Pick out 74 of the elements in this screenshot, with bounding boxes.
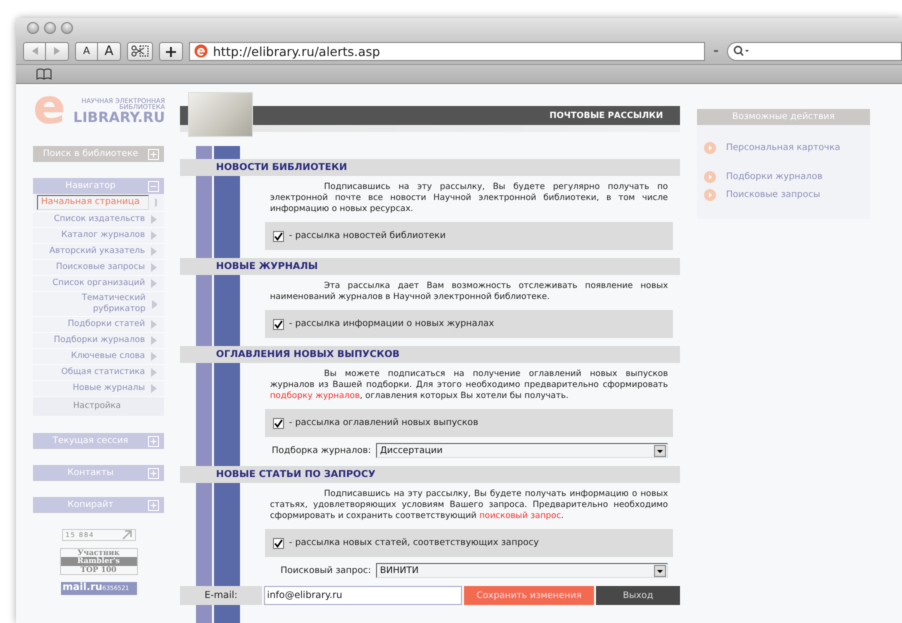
section-header: ОГЛАВЛЕНИЯ НОВЫХ ВЫПУСКОВ [180,346,680,363]
side-stripe [214,146,240,159]
save-button[interactable]: Сохранить изменения [464,586,594,605]
check-icon [274,232,283,240]
minimize-window-icon[interactable] [44,22,56,34]
expand-icon[interactable] [148,148,159,160]
check-icon [274,320,283,328]
action-link[interactable]: Персональная карточка [726,143,840,153]
checkbox[interactable] [273,318,284,330]
zoom-window-icon[interactable] [61,22,73,34]
checkbox-label: - рассылка информации о новых журналах [289,319,494,329]
dropdown[interactable]: Диссертации [376,443,668,458]
forward-arrow-icon [52,46,62,56]
exit-button[interactable]: Выход [596,586,680,605]
section-header: НОВЫЕ ЖУРНАЛЫ [180,258,680,275]
play-circle-icon [704,142,716,154]
text-link[interactable]: подборку журналов [270,391,360,401]
menu-panel-header[interactable]: Навигатор [33,178,164,194]
expand-icon[interactable] [148,500,159,510]
description-text: Вы можете подписаться на получение оглавлений новых выпусков журналов из Вашей подборки. Для этого необходимо предварительно сформировать подборку журналов, оглавления которых Вы хотели бы получать. [270,369,668,402]
checkbox[interactable] [273,418,284,428]
menu-panel-header[interactable]: Текущая сессия [33,433,164,449]
text-link[interactable]: поисковый запрос [479,511,562,521]
menu-panel-header[interactable]: Поиск в библиотеке [33,146,164,162]
snip-button[interactable] [127,42,153,60]
close-window-icon[interactable] [27,22,39,34]
action-link[interactable]: Подборки журналов [726,172,823,182]
side-stripe [196,275,212,346]
action-link[interactable]: Поисковые запросы [726,190,820,200]
checkbox[interactable] [273,230,284,242]
menu-panel-header[interactable]: Контакты [33,465,164,481]
side-stripe [214,605,240,623]
side-stripe [196,146,212,159]
forward-button[interactable] [46,42,69,60]
larger-text-button[interactable]: A [98,42,121,60]
arrow-icon [152,300,157,308]
site-logo-icon [194,44,208,58]
field-label: Поисковый запрос: [280,566,371,576]
photo-placeholder [188,92,253,137]
checkbox-label: - рассылка новых статей, соответствующих запросу [289,538,539,548]
collapse-icon[interactable] [148,180,159,192]
description-text: Эта рассылка дает Вам возможность отслеживать появление новых наименований журналов в Научной электронной библиотеке. [270,281,668,303]
add-bookmark-button[interactable]: + [159,42,183,60]
check-icon [274,418,283,428]
checkbox-label: - рассылка новостей библиотеки [289,231,446,241]
menu-panel-header[interactable]: Копирайт [33,497,164,513]
play-circle-icon [704,189,716,201]
smaller-text-button[interactable]: A [75,42,98,60]
checkbox[interactable] [273,538,284,548]
expand-icon[interactable] [148,436,159,446]
back-arrow-icon [30,46,40,56]
address-field[interactable]: http://elibrary.ru/alerts.asp [189,42,705,60]
play-circle-icon [704,171,716,183]
description-text: Подписавшись на эту рассылку, Вы будете получать информацию о новых статьях, удовлетворяющих условиям Вашего запроса. Предварительно необходимо сформировать и сохранить соответствующий поисковый запрос. [270,489,668,522]
section-header: НОВЫЕ СТАТЬИ ПО ЗАПРОСУ [180,466,680,483]
checkbox-label: - рассылка оглавлений новых выпусков [289,418,478,428]
search-icon [733,45,749,57]
check-icon [274,538,283,548]
dropdown[interactable]: ВИНИТИ [376,563,668,578]
back-button[interactable] [23,42,46,60]
side-stripe [196,605,212,623]
arrow-icon [122,530,132,540]
scissors-icon [131,45,149,57]
nav-link[interactable]: Начальная страница [37,195,149,210]
section-header: НОВОСТИ БИБЛИОТЕКИ [180,159,680,176]
email-field[interactable]: info@elibrary.ru [264,586,462,605]
side-stripe [214,275,240,346]
email-label: E-mail: [180,586,262,605]
field-label: Подборка журналов: [272,446,371,456]
description-text: Подписавшись на эту рассылку, Вы будете регулярно получать по электронной почте все новости Научной электронной библиотеки, в том числе информацию о новых ресурсах. [270,182,668,215]
actions-header: Возможные действия [697,109,870,125]
expand-icon[interactable] [148,468,159,478]
search-field[interactable] [727,42,902,60]
bookmarks-book-icon[interactable] [36,68,52,80]
